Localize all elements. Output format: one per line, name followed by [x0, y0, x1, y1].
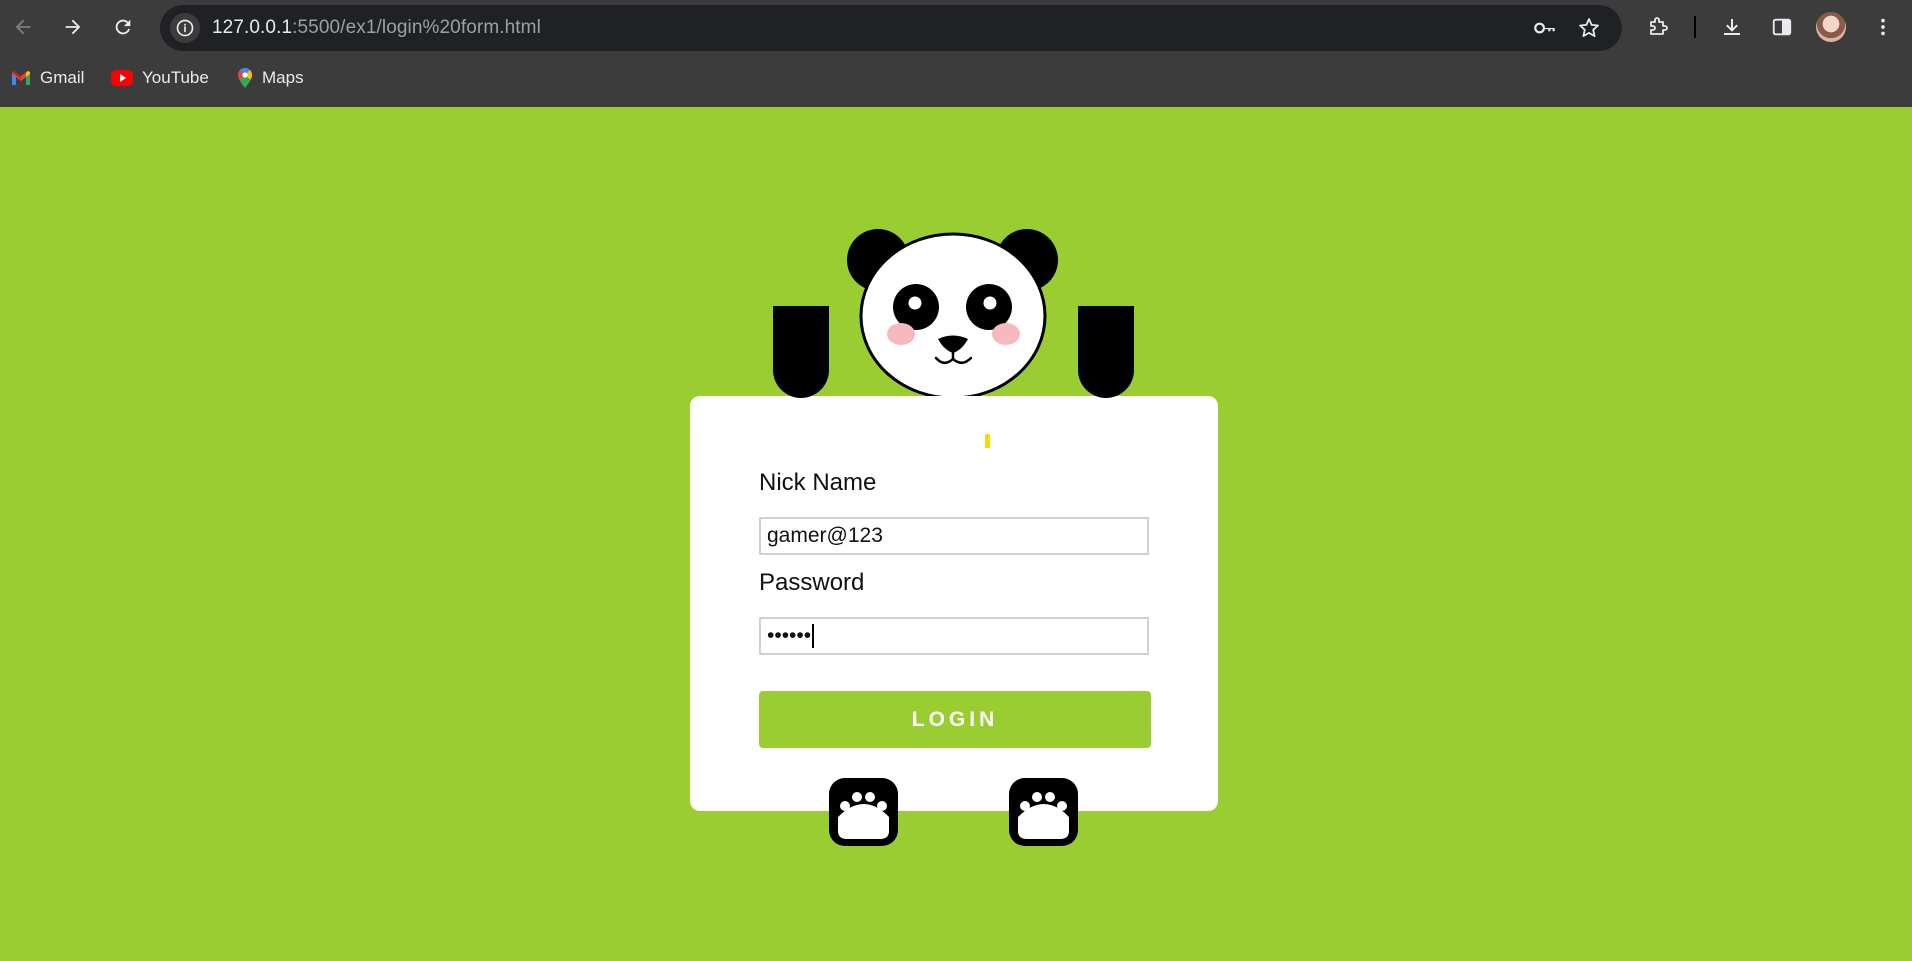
bookmark-gmail[interactable]: Gmail — [10, 56, 84, 100]
site-info-icon[interactable] — [170, 13, 200, 43]
password-label: Password — [759, 569, 865, 596]
extensions-icon[interactable] — [1641, 10, 1675, 44]
profile-avatar[interactable] — [1816, 12, 1846, 42]
login-card: Nick Name gamer@123 Password •••••• LOGI… — [690, 396, 1218, 811]
bookmark-star-icon[interactable] — [1574, 13, 1604, 43]
panda-left-cheek — [887, 323, 915, 345]
panda-left-eye-shine — [908, 296, 922, 310]
text-caret — [812, 624, 815, 649]
reload-button[interactable] — [106, 10, 140, 44]
address-bar[interactable]: 127.0.0.1:5500/ex1/login%20form.html — [160, 5, 1622, 51]
status-indicator — [985, 434, 990, 448]
password-masked-value: •••••• — [767, 624, 812, 647]
panda-head — [859, 232, 1047, 400]
url-text[interactable]: 127.0.0.1:5500/ex1/login%20form.html — [212, 5, 541, 51]
back-button[interactable] — [6, 10, 40, 44]
reload-icon — [115, 19, 131, 35]
gmail-icon — [10, 69, 32, 87]
forward-button[interactable] — [56, 10, 90, 44]
password-key-icon[interactable] — [1530, 13, 1560, 43]
browser-toolbar: 127.0.0.1:5500/ex1/login%20form.html — [0, 0, 1912, 56]
youtube-icon — [110, 69, 134, 87]
page-background: Nick Name gamer@123 Password •••••• LOGI… — [0, 107, 1912, 961]
nickname-input[interactable]: gamer@123 — [759, 517, 1149, 555]
maps-icon — [236, 67, 254, 89]
side-panel-icon[interactable] — [1765, 10, 1799, 44]
menu-kebab-icon[interactable] — [1866, 10, 1900, 44]
toolbar-divider — [1694, 16, 1696, 38]
panda-right-eye-shine — [983, 296, 997, 310]
panda-right-cheek — [992, 323, 1020, 345]
forward-arrow-icon — [65, 19, 81, 35]
login-button[interactable]: LOGIN — [759, 691, 1151, 748]
nickname-label: Nick Name — [759, 469, 877, 496]
password-input[interactable]: •••••• — [759, 617, 1149, 655]
bookmark-maps[interactable]: Maps — [236, 56, 304, 100]
downloads-icon[interactable] — [1715, 10, 1749, 44]
back-arrow-icon — [15, 19, 31, 35]
bookmark-youtube[interactable]: YouTube — [110, 56, 209, 100]
bookmarks-bar: Gmail YouTube Maps — [0, 56, 1912, 108]
